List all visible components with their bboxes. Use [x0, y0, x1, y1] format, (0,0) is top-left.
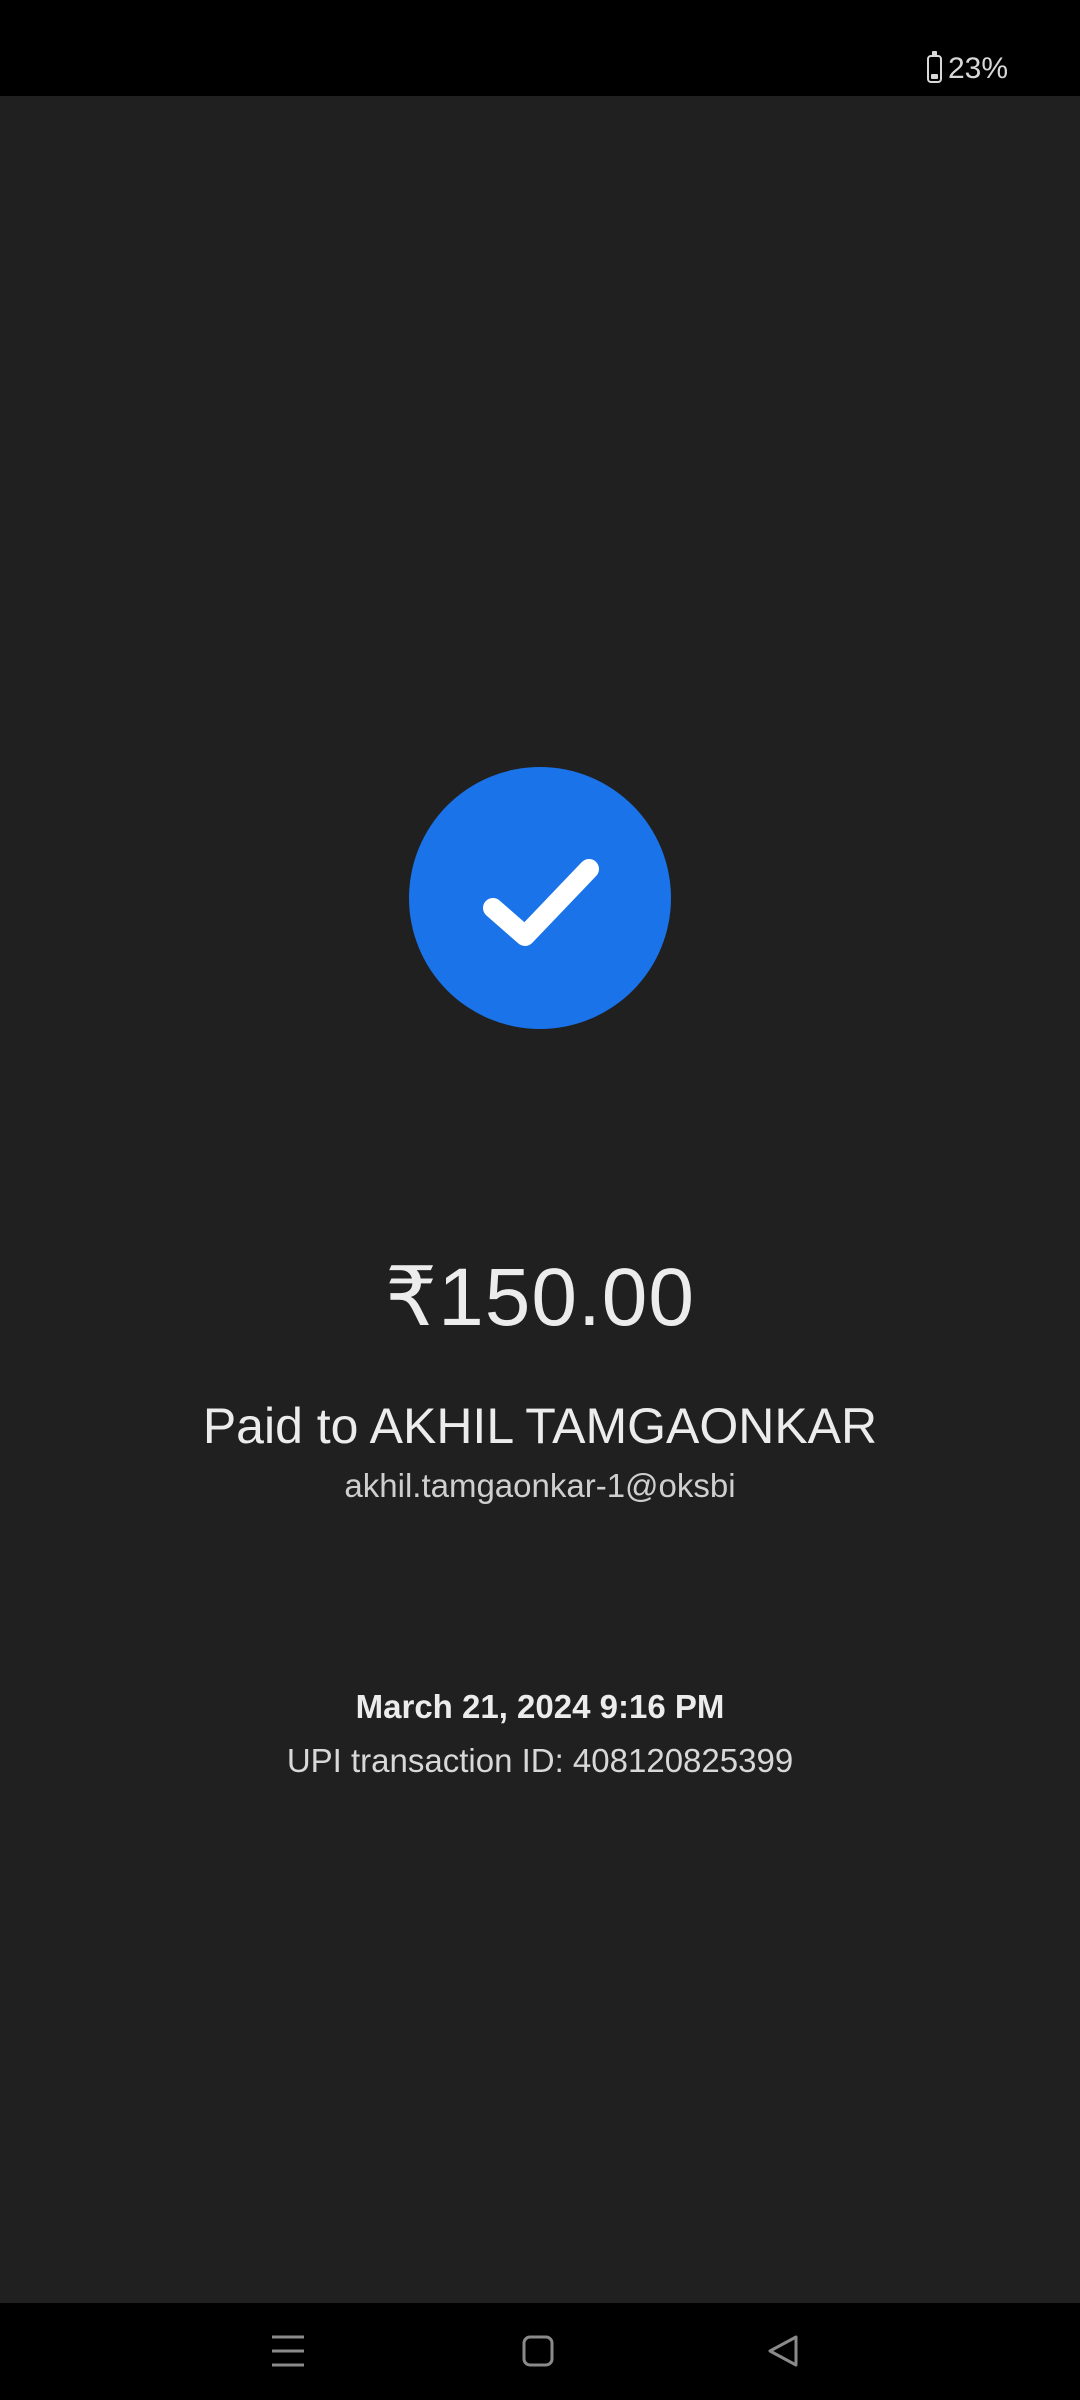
transaction-id: UPI transaction ID: 408120825399	[286, 1742, 794, 1779]
payment-amount: ₹150.00	[385, 1252, 695, 1343]
home-icon[interactable]	[508, 2325, 568, 2377]
battery-indicator: 23%	[926, 51, 1008, 86]
payee-upi-id: akhil.tamgaonkar-1@oksbi	[344, 1467, 736, 1504]
back-icon[interactable]	[754, 2325, 814, 2377]
battery-icon	[926, 51, 942, 83]
battery-percentage: 23%	[947, 52, 1008, 85]
menu-icon[interactable]	[258, 2325, 318, 2377]
status-bar: 23%	[0, 0, 1080, 96]
system-navigation-bar	[0, 2303, 1080, 2400]
check-circle-icon	[409, 767, 671, 1029]
transaction-datetime: March 21, 2024 9:16 PM	[355, 1688, 725, 1725]
payee-name: Paid to AKHIL TAMGAONKAR	[202, 1398, 878, 1454]
payment-success-screen: 23% ₹150.00 Paid to AKHIL TAMGAONKAR akh…	[0, 0, 1080, 2400]
